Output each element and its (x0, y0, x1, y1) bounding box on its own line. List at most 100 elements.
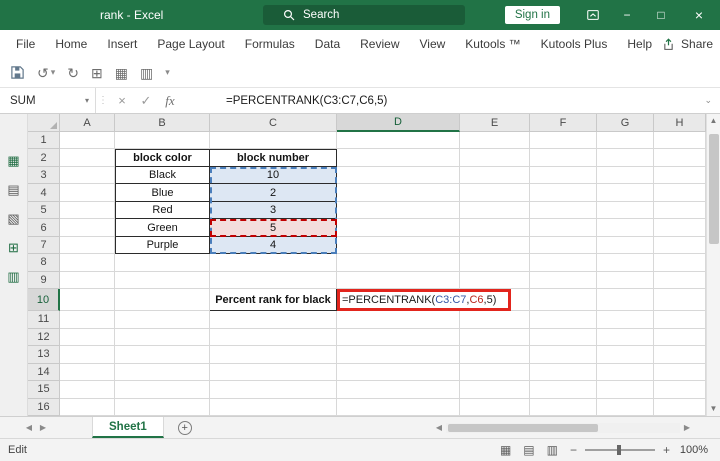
cell-D10[interactable]: =PERCENTRANK(C3:C7, C6,5) (337, 289, 511, 312)
cell-F16[interactable] (530, 398, 597, 416)
cell-A7[interactable] (60, 236, 115, 255)
cell-C12[interactable] (210, 328, 337, 347)
cell-D14[interactable] (337, 363, 460, 382)
cell-G9[interactable] (597, 271, 654, 290)
cell-F2[interactable] (530, 149, 597, 167)
save-icon[interactable] (10, 65, 25, 80)
cell-D4[interactable] (337, 184, 460, 202)
zoom-in-icon[interactable]: + (663, 443, 670, 457)
cell-C11[interactable] (210, 311, 337, 329)
cell-H4[interactable] (654, 184, 706, 202)
cell-D11[interactable] (337, 311, 460, 329)
qat-customize-icon[interactable]: ▾ (165, 67, 170, 78)
workbook-list-icon[interactable]: ⊞ (8, 241, 19, 254)
ribbon-display-options-icon[interactable] (576, 0, 610, 30)
cell-H9[interactable] (654, 271, 706, 290)
horizontal-scroll-track[interactable] (446, 422, 680, 433)
cell-G16[interactable] (597, 398, 654, 416)
scroll-up-icon[interactable]: ▲ (707, 114, 720, 128)
cell-B3[interactable]: Black (115, 166, 210, 185)
row-header-12[interactable]: 12 (28, 328, 60, 347)
cell-F3[interactable] (530, 166, 597, 185)
insert-function-icon[interactable]: fx (158, 93, 182, 109)
cell-D5[interactable] (337, 201, 460, 220)
cell-A16[interactable] (60, 398, 115, 416)
cell-A13[interactable] (60, 346, 115, 364)
column-header-D[interactable]: D (337, 114, 460, 132)
cell-B9[interactable] (115, 271, 210, 290)
cell-C2[interactable]: block number (210, 149, 337, 167)
cell-H14[interactable] (654, 363, 706, 382)
cell-H16[interactable] (654, 398, 706, 416)
cell-B14[interactable] (115, 363, 210, 382)
cell-E6[interactable] (460, 219, 530, 237)
name-box-dropdown-icon[interactable]: ▾ (85, 96, 89, 105)
column-header-A[interactable]: A (60, 114, 115, 132)
cell-F7[interactable] (530, 236, 597, 255)
cell-G12[interactable] (597, 328, 654, 347)
cell-D2[interactable] (337, 149, 460, 167)
advanced-find-icon[interactable]: ▥ (7, 270, 19, 283)
cell-A4[interactable] (60, 184, 115, 202)
tab-page-layout[interactable]: Page Layout (147, 30, 234, 58)
column-header-H[interactable]: H (654, 114, 706, 132)
cell-A9[interactable] (60, 271, 115, 290)
row-header-2[interactable]: 2 (28, 149, 60, 167)
cell-G10[interactable] (597, 289, 654, 312)
cell-E4[interactable] (460, 184, 530, 202)
tab-kutools-plus[interactable]: Kutools Plus (531, 30, 618, 58)
name-box[interactable]: SUM ▾ (0, 88, 96, 113)
cell-C6[interactable]: 5 (210, 219, 337, 237)
cell-E7[interactable] (460, 236, 530, 255)
cell-D1[interactable] (337, 132, 460, 150)
tab-data[interactable]: Data (305, 30, 350, 58)
cell-D12[interactable] (337, 328, 460, 347)
sheet-tab-sheet1[interactable]: Sheet1 (92, 417, 164, 438)
row-header-7[interactable]: 7 (28, 236, 60, 255)
cell-H13[interactable] (654, 346, 706, 364)
cell-C7[interactable]: 4 (210, 236, 337, 255)
cell-A3[interactable] (60, 166, 115, 185)
cancel-icon[interactable]: × (110, 93, 134, 108)
cell-D9[interactable] (337, 271, 460, 290)
sheet-nav-right-icon[interactable]: ▶ (36, 423, 50, 432)
cell-E8[interactable] (460, 254, 530, 272)
row-header-11[interactable]: 11 (28, 311, 60, 329)
cell-C3[interactable]: 10 (210, 166, 337, 185)
column-header-F[interactable]: F (530, 114, 597, 132)
cell-B13[interactable] (115, 346, 210, 364)
undo-icon[interactable]: ↺ ▾ (37, 66, 55, 80)
tab-kutools[interactable]: Kutools ™ (455, 30, 530, 58)
cell-E5[interactable] (460, 201, 530, 220)
hscroll-right-icon[interactable]: ▶ (680, 423, 694, 432)
page-layout-view-icon[interactable]: ▤ (523, 443, 534, 457)
enter-icon[interactable]: ✓ (134, 93, 158, 109)
zoom-slider-thumb[interactable] (616, 445, 621, 455)
navigation-pane-icon[interactable]: ▦ (7, 154, 19, 167)
horizontal-scrollbar[interactable]: ◀ ▶ (432, 422, 694, 433)
cell-D6[interactable] (337, 219, 460, 237)
close-button[interactable]: × (678, 0, 720, 30)
cell-G2[interactable] (597, 149, 654, 167)
cell-C13[interactable] (210, 346, 337, 364)
row-header-5[interactable]: 5 (28, 201, 60, 220)
cell-C15[interactable] (210, 381, 337, 399)
cell-D13[interactable] (337, 346, 460, 364)
cell-F4[interactable] (530, 184, 597, 202)
add-sheet-button[interactable]: + (177, 420, 192, 435)
cell-B2[interactable]: block color (115, 149, 210, 167)
cell-B16[interactable] (115, 398, 210, 416)
cell-F13[interactable] (530, 346, 597, 364)
row-header-16[interactable]: 16 (28, 398, 60, 416)
cell-F6[interactable] (530, 219, 597, 237)
row-header-14[interactable]: 14 (28, 363, 60, 382)
cell-H2[interactable] (654, 149, 706, 167)
cell-G14[interactable] (597, 363, 654, 382)
zoom-out-icon[interactable]: − (570, 443, 577, 457)
cell-F5[interactable] (530, 201, 597, 220)
row-header-13[interactable]: 13 (28, 346, 60, 364)
cell-B7[interactable]: Purple (115, 236, 210, 255)
cell-E11[interactable] (460, 311, 530, 329)
cell-G8[interactable] (597, 254, 654, 272)
cell-B12[interactable] (115, 328, 210, 347)
